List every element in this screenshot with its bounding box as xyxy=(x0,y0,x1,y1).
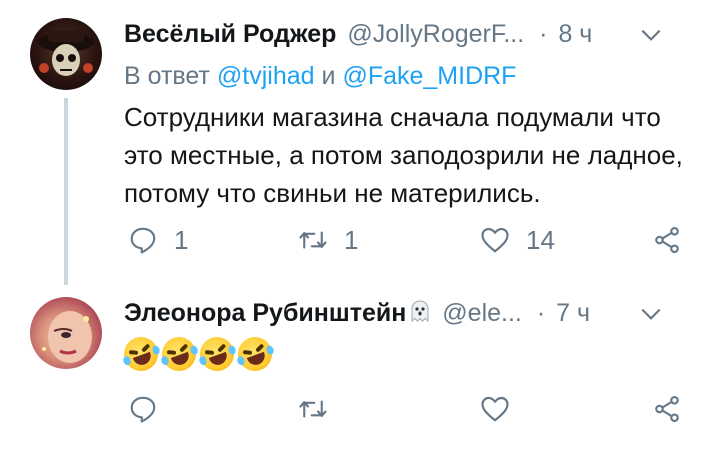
retweet-button[interactable]: 1 xyxy=(298,220,358,260)
avatar[interactable] xyxy=(30,18,102,90)
retweet-count: 1 xyxy=(344,224,359,255)
heart-icon xyxy=(481,396,509,422)
timestamp[interactable]: 8 ч xyxy=(558,20,592,48)
like-button[interactable]: 14 xyxy=(480,220,555,260)
rolling-on-floor-laughing-emoji xyxy=(195,332,239,376)
ghost-icon xyxy=(409,299,431,323)
reply-icon xyxy=(130,227,156,254)
separator-dot: · xyxy=(539,20,548,48)
tweet-header: Весёлый Роджер @JollyRogerF... · 8 ч xyxy=(124,20,700,54)
tweet-emoji-row xyxy=(119,332,277,377)
reply-prefix: В ответ xyxy=(124,62,210,90)
author-handle[interactable]: @ele... xyxy=(442,299,522,327)
retweet-button[interactable] xyxy=(298,389,344,429)
rolling-on-floor-laughing-emoji xyxy=(157,332,201,376)
reply-icon xyxy=(130,396,156,423)
share-button[interactable] xyxy=(652,389,682,429)
rolling-on-floor-laughing-emoji xyxy=(119,332,163,376)
like-count: 14 xyxy=(526,224,555,255)
tweet[interactable]: Элеонора Рубинштейн @ele... · 7 ч xyxy=(0,285,720,451)
reply-button[interactable] xyxy=(128,389,174,429)
avatar[interactable] xyxy=(30,297,102,369)
share-icon xyxy=(655,395,679,423)
author-name[interactable]: Элеонора Рубинштейн xyxy=(124,299,406,327)
reply-button[interactable]: 1 xyxy=(128,220,188,260)
reply-context: В ответ @tvjihad и @Fake_MIDRF xyxy=(124,62,516,91)
like-button[interactable] xyxy=(480,389,526,429)
tweet-actions xyxy=(124,389,700,429)
heart-icon xyxy=(481,227,509,253)
tweet-header: Элеонора Рубинштейн @ele... · 7 ч xyxy=(124,299,700,333)
tweet[interactable]: Весёлый Роджер @JollyRogerF... · 8 ч В о… xyxy=(0,0,720,285)
tweet-actions: 1 1 14 xyxy=(124,220,700,260)
rolling-on-floor-laughing-emoji xyxy=(233,332,277,376)
thread-line xyxy=(64,98,68,285)
share-button[interactable] xyxy=(652,220,682,260)
author-name[interactable]: Весёлый Роджер xyxy=(124,20,336,48)
tweet-text: Сотрудники магазина сначала подумали что… xyxy=(124,102,683,208)
author-handle[interactable]: @JollyRogerF... xyxy=(347,20,524,48)
reply-user-link[interactable]: @Fake_MIDRF xyxy=(342,62,516,90)
separator-dot: · xyxy=(536,299,546,327)
share-icon xyxy=(655,226,679,254)
chevron-down-icon[interactable] xyxy=(638,22,664,48)
retweet-icon xyxy=(299,400,327,418)
reply-user-link[interactable]: @tvjihad xyxy=(217,62,315,90)
timestamp[interactable]: 7 ч xyxy=(556,299,590,327)
reply-and: и xyxy=(321,62,336,90)
reply-count: 1 xyxy=(174,224,189,255)
retweet-icon xyxy=(299,231,327,249)
chevron-down-icon[interactable] xyxy=(638,301,664,327)
